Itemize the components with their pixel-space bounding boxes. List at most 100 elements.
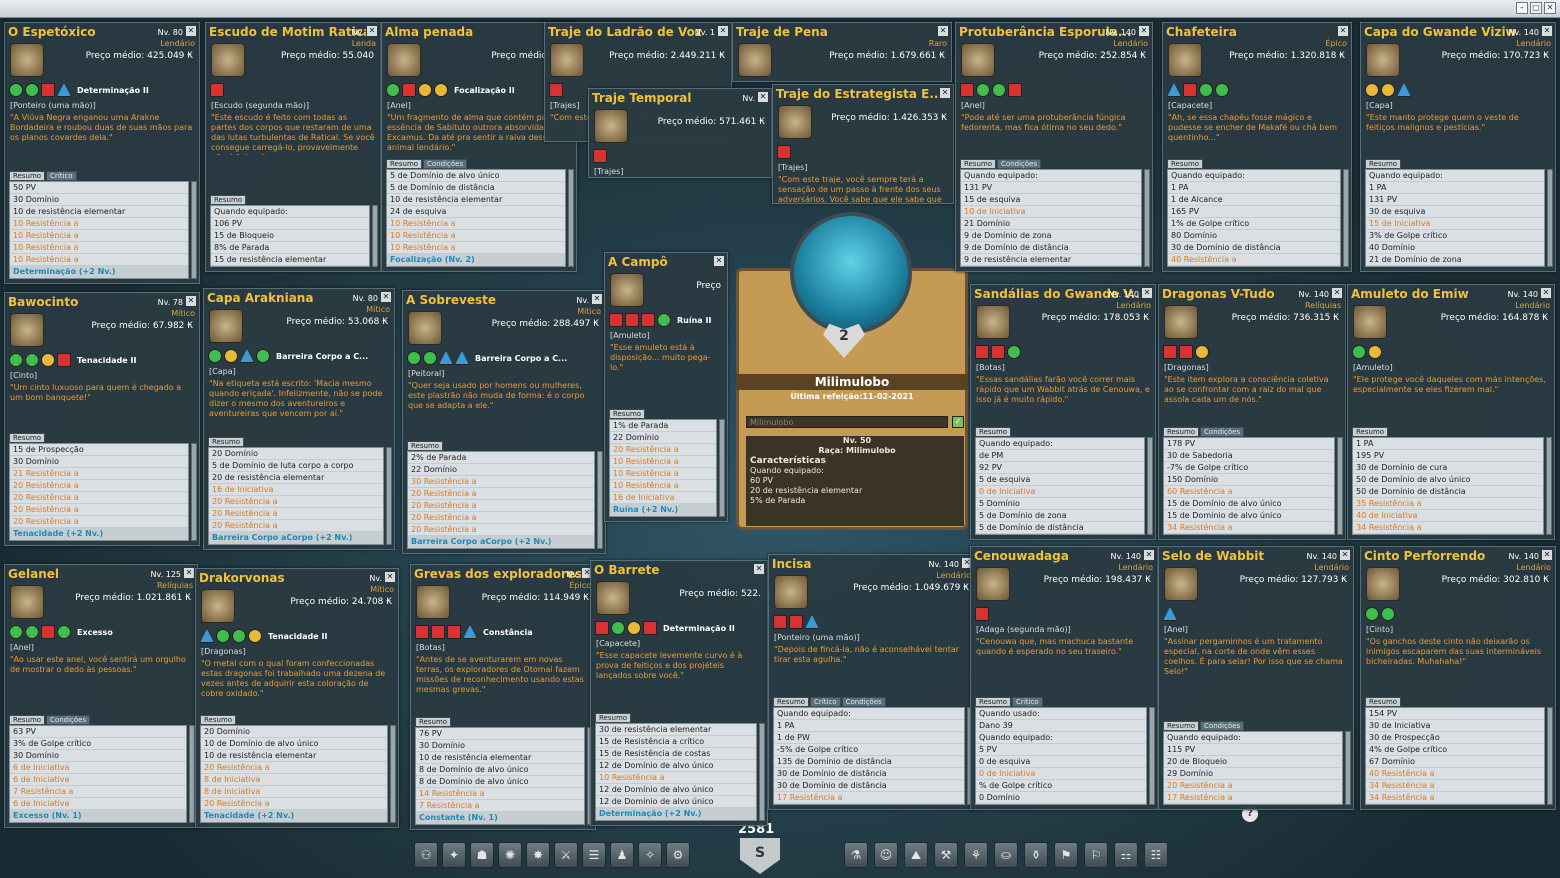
tab-1[interactable]: Crítico xyxy=(46,171,77,181)
close-icon[interactable]: ✕ xyxy=(184,568,194,578)
hotbar-slot-icon[interactable]: ☺ xyxy=(874,842,898,868)
close-icon[interactable]: ✕ xyxy=(714,256,724,266)
close-icon[interactable]: ✕ xyxy=(367,26,377,36)
close-icon[interactable]: ✕ xyxy=(1542,26,1552,36)
hotbar-slot-icon[interactable]: ⛀ xyxy=(994,842,1018,868)
tab-0[interactable]: Resumo xyxy=(1365,697,1402,707)
item-card[interactable]: Chafeteira ✕ Épico Preço médio: 1.320.81… xyxy=(1162,22,1352,272)
stats-scrollbar[interactable] xyxy=(191,443,197,541)
tab-0[interactable]: Resumo xyxy=(609,409,646,419)
tab-0[interactable]: Resumo xyxy=(1167,159,1204,169)
tab-1[interactable]: Condições xyxy=(46,715,91,725)
hotbar-slot-icon[interactable]: ☷ xyxy=(1144,842,1168,868)
tab-0[interactable]: Resumo xyxy=(415,717,452,727)
stats-scrollbar[interactable] xyxy=(1546,437,1552,535)
item-card[interactable]: Traje de Pena ✕ Raro Preço médio: 1.679.… xyxy=(732,22,952,82)
stats-scrollbar[interactable] xyxy=(1149,707,1155,805)
close-icon[interactable]: ✕ xyxy=(938,26,948,36)
tab-1[interactable]: Condições xyxy=(1200,427,1245,437)
tab-0[interactable]: Resumo xyxy=(1365,159,1402,169)
hotbar-slot-icon[interactable]: ⚐ xyxy=(1084,842,1108,868)
hotbar-slot-icon[interactable]: ☰ xyxy=(582,842,606,868)
stats-scrollbar[interactable] xyxy=(1144,169,1150,267)
item-card[interactable]: Grevas dos exploradores ✕ Nv. Épico Preç… xyxy=(410,564,596,830)
stats-scrollbar[interactable] xyxy=(372,205,378,267)
hotbar-slot-icon[interactable]: ✸ xyxy=(526,842,550,868)
hotbar-slot-icon[interactable]: ☗ xyxy=(470,842,494,868)
tab-0[interactable]: Resumo xyxy=(9,715,46,725)
tab-0[interactable]: Resumo xyxy=(595,713,632,723)
item-card[interactable]: Sandálias do Gwande V... ✕ Nv. 140 Lendá… xyxy=(970,284,1156,540)
stats-scrollbar[interactable] xyxy=(1547,707,1553,805)
maximize-button[interactable]: □ xyxy=(1530,2,1542,14)
tab-1[interactable]: Condições xyxy=(423,159,468,169)
item-card[interactable]: Capa Arakniana ✕ Nv. 80 Mítico Preço méd… xyxy=(203,288,395,550)
tab-0[interactable]: Resumo xyxy=(407,441,444,451)
tab-0[interactable]: Resumo xyxy=(386,159,423,169)
stats-scrollbar[interactable] xyxy=(568,169,574,267)
close-icon[interactable]: ✕ xyxy=(718,26,728,36)
tab-0[interactable]: Resumo xyxy=(210,195,247,205)
stats-scrollbar[interactable] xyxy=(386,447,392,545)
item-card[interactable]: Protuberância Esporula... ✕ Nv. 140 Lend… xyxy=(955,22,1153,272)
close-icon[interactable]: ✕ xyxy=(1338,26,1348,36)
stats-scrollbar[interactable] xyxy=(759,723,765,821)
tab-2[interactable]: Condições xyxy=(841,697,886,707)
close-icon[interactable]: ✕ xyxy=(1144,550,1154,560)
item-card[interactable]: Traje Temporal ✕ Nv. Preço médio: 571.46… xyxy=(588,88,772,178)
item-card[interactable]: Traje do Estrategista E... ✕ Preço médio… xyxy=(772,84,954,204)
hotbar-slot-icon[interactable]: ✺ xyxy=(498,842,522,868)
close-icon[interactable]: ✕ xyxy=(186,296,196,306)
tab-0[interactable]: Resumo xyxy=(975,427,1012,437)
close-icon[interactable]: ✕ xyxy=(592,294,602,304)
tab-1[interactable]: Condições xyxy=(997,159,1042,169)
item-card[interactable]: O Espetóxico ✕ Nv. 80 Lendário Preço méd… xyxy=(4,22,200,284)
item-card[interactable]: Dragonas V-Tudo ✕ Nv. 140 Relíquias Preç… xyxy=(1158,284,1346,540)
tab-1[interactable]: Crítico xyxy=(810,697,841,707)
item-card[interactable]: O Barrete ✕ Preço médio: 522. Determinaç… xyxy=(590,560,768,826)
hotbar-slot-icon[interactable]: ⚘ xyxy=(964,842,988,868)
tab-1[interactable]: Condições xyxy=(1200,721,1245,731)
close-icon[interactable]: ✕ xyxy=(1542,550,1552,560)
stats-scrollbar[interactable] xyxy=(1343,169,1349,267)
tab-0[interactable]: Resumo xyxy=(773,697,810,707)
item-card[interactable]: Cinto Perforrendo ✕ Nv. 140 Lendário Pre… xyxy=(1360,546,1556,810)
close-icon[interactable]: ✕ xyxy=(385,572,395,582)
close-icon[interactable]: ✕ xyxy=(758,92,768,102)
item-card[interactable]: Capa do Gwande Viziw ✕ Nv. 140 Lendário … xyxy=(1360,22,1556,272)
close-icon[interactable]: ✕ xyxy=(1142,288,1152,298)
close-icon[interactable]: ✕ xyxy=(1139,26,1149,36)
tab-0[interactable]: Resumo xyxy=(1163,427,1200,437)
stats-scrollbar[interactable] xyxy=(390,725,396,823)
tab-0[interactable]: Resumo xyxy=(9,171,46,181)
hotbar-slot-icon[interactable]: ⚔ xyxy=(554,842,578,868)
tab-0[interactable]: Resumo xyxy=(1163,721,1200,731)
tab-0[interactable]: Resumo xyxy=(208,437,245,447)
tab-0[interactable]: Resumo xyxy=(200,715,237,725)
minimize-button[interactable]: – xyxy=(1516,2,1528,14)
hotbar-slot-icon[interactable]: ⚏ xyxy=(1114,842,1138,868)
hotbar-slot-icon[interactable]: ⚙ xyxy=(666,842,690,868)
close-icon[interactable]: ✕ xyxy=(1340,550,1350,560)
hotbar-slot-icon[interactable]: ⚑ xyxy=(1054,842,1078,868)
stats-scrollbar[interactable] xyxy=(597,451,603,549)
hotbar-slot-icon[interactable]: ⚇ xyxy=(414,842,438,868)
close-icon[interactable]: ✕ xyxy=(1541,288,1551,298)
guild-emblem[interactable]: 2581 S xyxy=(708,820,812,878)
stats-scrollbar[interactable] xyxy=(1147,437,1153,535)
pet-name-input[interactable]: Milimulobo xyxy=(746,416,948,428)
close-icon[interactable]: ✕ xyxy=(381,292,391,302)
close-icon[interactable]: ✕ xyxy=(940,88,950,98)
hotbar-slot-icon[interactable]: ⚒ xyxy=(934,842,958,868)
tab-0[interactable]: Resumo xyxy=(960,159,997,169)
stats-scrollbar[interactable] xyxy=(1337,437,1343,535)
item-card[interactable]: Incisa ✕ Nv. 140 Lendário Preço médio: 1… xyxy=(768,554,976,810)
confirm-name-button[interactable]: ✓ xyxy=(952,416,964,428)
tab-0[interactable]: Resumo xyxy=(9,433,46,443)
item-card[interactable]: Gelanel ✕ Nv. 125 Relíquias Preço médio:… xyxy=(4,564,198,828)
item-card[interactable]: Bawocinto ✕ Nv. 78 Mítico Preço médio: 6… xyxy=(4,292,200,546)
hotbar-slot-icon[interactable]: ✧ xyxy=(638,842,662,868)
close-icon[interactable]: ✕ xyxy=(186,26,196,36)
close-window-button[interactable]: ✕ xyxy=(1544,2,1556,14)
item-card[interactable]: A Campô ✕ Preço Ruína II [Amuleto] "Esse… xyxy=(604,252,728,522)
